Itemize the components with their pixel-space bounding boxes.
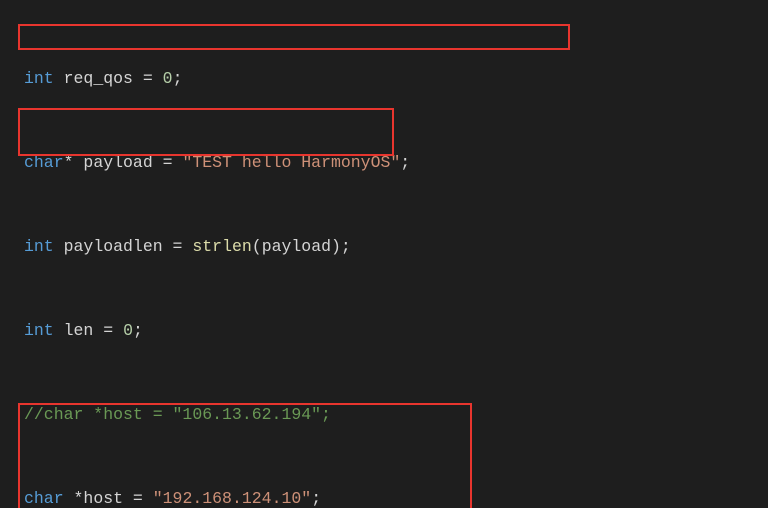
code-line: int req_qos = 0; [0,68,768,89]
highlight-box [18,24,570,50]
code-line: int len = 0; [0,320,768,341]
identifier: len [64,321,94,340]
keyword: int [24,237,54,256]
string: "192.168.124.10" [153,489,311,508]
number: 0 [123,321,133,340]
code-line: //char *host = "106.13.62.194"; [0,404,768,425]
keyword: char [24,489,64,508]
keyword: int [24,321,54,340]
code-line: char *host = "192.168.124.10"; [0,488,768,508]
keyword: int [24,69,54,88]
number: 0 [163,69,173,88]
identifier: payloadlen [64,237,163,256]
highlight-box [18,108,394,156]
code-line: int payloadlen = strlen(payload); [0,236,768,257]
comment: //char *host = "106.13.62.194"; [24,405,331,424]
identifier: req_qos [64,69,133,88]
code-line: char* payload = "TEST hello HarmonyOS"; [0,152,768,173]
string: "TEST hello HarmonyOS" [182,153,400,172]
identifier: payload [83,153,152,172]
identifier: host [83,489,123,508]
function: strlen [192,237,251,256]
keyword: char [24,153,64,172]
code-editor: int req_qos = 0; char* payload = "TEST h… [0,0,768,508]
